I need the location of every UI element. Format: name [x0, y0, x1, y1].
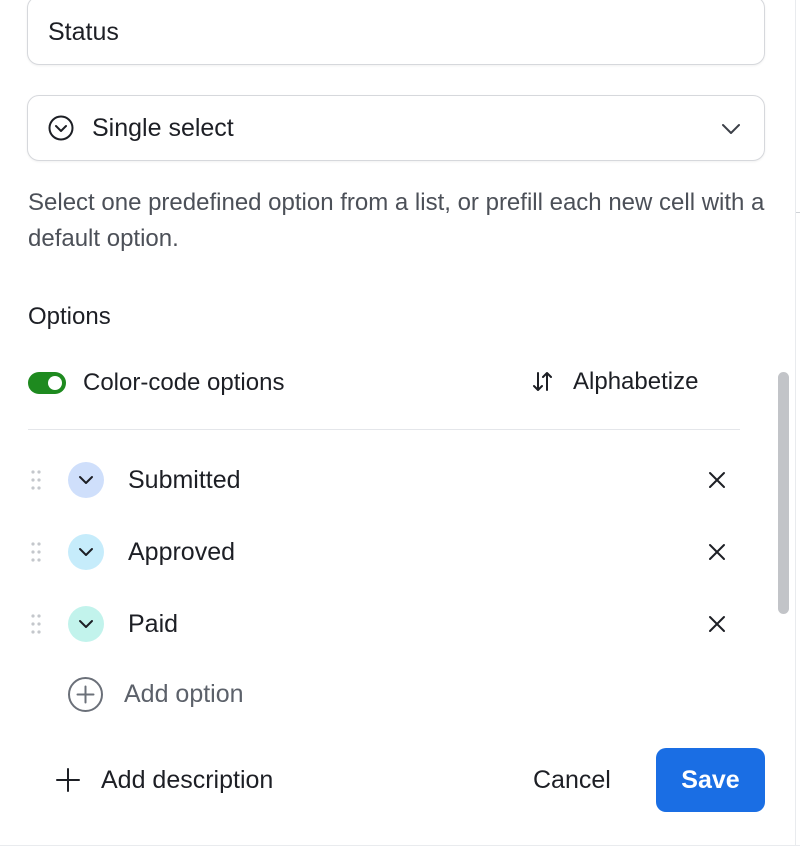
add-option-button[interactable]: Add option: [67, 675, 244, 713]
option-label[interactable]: Submitted: [128, 466, 241, 495]
sort-arrows-icon: [530, 369, 554, 395]
field-name-input[interactable]: Status: [27, 0, 765, 65]
cancel-button[interactable]: Cancel: [515, 760, 629, 800]
plus-circle-icon: [67, 676, 104, 713]
save-button[interactable]: Save: [656, 748, 765, 812]
options-heading: Options: [28, 303, 111, 330]
field-type-description: Select one predefined option from a list…: [28, 189, 765, 252]
panel-edge: [795, 0, 796, 846]
close-icon[interactable]: [704, 467, 730, 493]
close-icon[interactable]: [704, 539, 730, 565]
toggle-knob: [48, 376, 62, 390]
plus-icon: [55, 767, 81, 793]
option-item: Submitted: [28, 455, 740, 505]
panel-edge-tick: [796, 212, 800, 213]
alphabetize-button[interactable]: Alphabetize: [530, 365, 698, 399]
scrollbar[interactable]: [778, 372, 789, 614]
color-code-toggle-row: Color-code options: [28, 365, 284, 401]
drag-handle-icon[interactable]: [28, 611, 56, 637]
option-label[interactable]: Paid: [128, 610, 178, 639]
options-divider: [28, 429, 740, 430]
color-code-toggle[interactable]: [28, 372, 66, 394]
color-code-label: Color-code options: [83, 369, 285, 396]
field-name-value: Status: [48, 18, 119, 46]
add-option-label: Add option: [124, 679, 244, 708]
drag-handle-icon[interactable]: [28, 539, 56, 565]
option-color-chevron-icon[interactable]: [68, 462, 104, 498]
chevron-down-icon: [718, 116, 744, 142]
field-type-select[interactable]: Single select: [27, 95, 765, 161]
option-label[interactable]: Approved: [128, 538, 235, 567]
option-color-chevron-icon[interactable]: [68, 534, 104, 570]
option-item: Approved: [28, 527, 740, 577]
circle-chevron-down-icon: [46, 113, 76, 143]
alphabetize-label: Alphabetize: [573, 368, 699, 395]
option-item: Paid: [28, 599, 740, 649]
close-icon[interactable]: [704, 611, 730, 637]
drag-handle-icon[interactable]: [28, 467, 56, 493]
add-description-button[interactable]: Add description: [55, 762, 273, 798]
add-description-label: Add description: [101, 765, 274, 794]
option-color-chevron-icon[interactable]: [68, 606, 104, 642]
field-type-label: Single select: [92, 113, 234, 142]
